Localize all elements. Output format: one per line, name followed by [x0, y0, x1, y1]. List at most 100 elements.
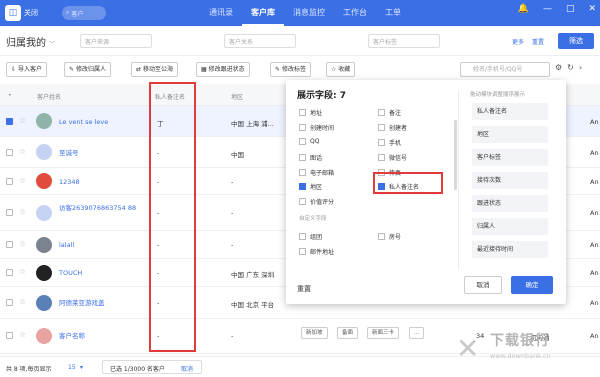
- reset-link[interactable]: 重置: [532, 37, 544, 46]
- row-checkbox[interactable]: [6, 332, 13, 339]
- filter-tag[interactable]: 客户标签: [368, 34, 440, 48]
- move-to-pool-button[interactable]: ⇄ 移动至公海: [131, 62, 178, 77]
- order-item[interactable]: 私人备注名: [472, 103, 548, 120]
- close-icon[interactable]: ✕: [588, 4, 596, 14]
- tag-chip[interactable]: 备面: [337, 327, 359, 339]
- tab-message-monitor[interactable]: 消息监控: [284, 0, 334, 26]
- tab-contacts[interactable]: 通讯录: [200, 0, 242, 26]
- custom-field-option[interactable]: 房号: [378, 232, 401, 241]
- import-button[interactable]: ⇩ 导入客户: [6, 62, 47, 77]
- filter-source[interactable]: 客户来源: [80, 34, 152, 48]
- cancel-selection-link[interactable]: 取消: [181, 364, 193, 373]
- filter-relation[interactable]: 客户关系: [224, 34, 296, 48]
- more-link[interactable]: 更多: [512, 37, 524, 46]
- maximize-icon[interactable]: □: [566, 4, 575, 14]
- chevron-down-icon[interactable]: ▾: [80, 364, 83, 371]
- order-item[interactable]: 客户标签: [472, 149, 548, 166]
- tag-chip[interactable]: 新面三卡: [367, 327, 400, 339]
- row-checkbox[interactable]: [6, 269, 13, 276]
- field-option[interactable]: 地区: [299, 182, 322, 191]
- favorite-button[interactable]: ☆ 收藏: [326, 62, 356, 77]
- order-item[interactable]: 归属人: [472, 218, 548, 235]
- customer-name[interactable]: 至诚号: [59, 149, 139, 158]
- custom-field-option[interactable]: 邮件地址: [299, 247, 334, 256]
- row-checkbox[interactable]: [6, 209, 13, 216]
- customer-name[interactable]: 阿德莱亚游戏盖: [59, 299, 139, 308]
- change-owner-button[interactable]: ✎ 修改归属人: [64, 62, 111, 77]
- field-checkbox[interactable]: [299, 248, 306, 255]
- customer-name[interactable]: 客户名称: [59, 332, 139, 341]
- change-tag-button[interactable]: ✎ 修改标签: [270, 62, 311, 77]
- chevron-right-icon[interactable]: ›: [579, 63, 582, 72]
- star-icon[interactable]: ☆: [19, 207, 26, 216]
- row-checkbox[interactable]: [6, 241, 13, 248]
- field-checkbox[interactable]: [299, 154, 306, 161]
- customer-name[interactable]: Le vent se leve: [59, 118, 139, 127]
- field-checkbox[interactable]: [378, 109, 385, 116]
- field-option[interactable]: 电子邮箱: [299, 168, 334, 177]
- tag-more[interactable]: ...: [409, 327, 425, 339]
- field-option[interactable]: 创建者: [378, 123, 407, 132]
- star-icon[interactable]: ☆: [19, 267, 26, 276]
- per-page-select[interactable]: 15: [68, 364, 76, 371]
- order-item[interactable]: 地区: [472, 126, 548, 143]
- field-option[interactable]: 地址: [299, 108, 322, 117]
- field-checkbox[interactable]: [299, 138, 306, 145]
- field-checkbox[interactable]: [299, 183, 306, 190]
- row-checkbox[interactable]: [6, 149, 13, 156]
- field-checkbox[interactable]: [378, 233, 385, 240]
- star-icon[interactable]: ☆: [19, 297, 26, 306]
- row-checkbox[interactable]: [6, 178, 13, 185]
- field-checkbox[interactable]: [299, 169, 306, 176]
- customer-name[interactable]: TOUCH: [59, 269, 139, 278]
- col-name[interactable]: 客户姓名: [37, 92, 61, 101]
- customer-name[interactable]: 12348: [59, 178, 139, 187]
- field-option[interactable]: 价值评分: [299, 197, 334, 206]
- field-checkbox[interactable]: [299, 109, 306, 116]
- star-icon[interactable]: ☆: [19, 176, 26, 185]
- order-item[interactable]: 接待次数: [472, 172, 548, 189]
- field-option[interactable]: 图话: [299, 153, 322, 162]
- customer-name[interactable]: 访客2639076863754 88: [59, 204, 139, 213]
- field-checkbox[interactable]: [378, 154, 385, 161]
- star-icon[interactable]: ☆: [19, 239, 26, 248]
- panel-cancel-button[interactable]: 取消: [464, 276, 502, 294]
- belong-dropdown[interactable]: 归属我的 ﹀: [6, 34, 55, 49]
- row-checkbox[interactable]: [6, 118, 13, 125]
- field-option[interactable]: 备注: [378, 108, 401, 117]
- col-region[interactable]: 地区: [231, 92, 243, 101]
- order-item[interactable]: 最近接待时间: [472, 241, 548, 258]
- tab-workbench[interactable]: 工作台: [334, 0, 376, 26]
- options-scrollbar[interactable]: [454, 120, 457, 190]
- field-checkbox[interactable]: [299, 124, 306, 131]
- change-status-button[interactable]: ▦ 修改跟进状态: [196, 62, 250, 77]
- tag-chip[interactable]: 新加坡: [301, 327, 328, 339]
- filter-button[interactable]: 筛选: [558, 33, 594, 49]
- panel-ok-button[interactable]: 确定: [511, 276, 553, 294]
- refresh-icon[interactable]: ↻: [567, 63, 574, 72]
- settings-icon[interactable]: ⚙: [555, 63, 562, 72]
- customer-name[interactable]: lalall: [59, 241, 139, 250]
- field-option[interactable]: QQ: [299, 138, 319, 145]
- customer-search-input[interactable]: 姓名/手机号/QQ号: [460, 62, 550, 77]
- close-area[interactable]: ◫ 关闭: [5, 5, 38, 21]
- custom-field-option[interactable]: 组团: [299, 232, 322, 241]
- field-checkbox[interactable]: [299, 233, 306, 240]
- field-option[interactable]: 创建时间: [299, 123, 334, 132]
- order-item[interactable]: 跟进状态: [472, 195, 548, 212]
- bell-icon[interactable]: 🔔: [518, 4, 529, 14]
- star-icon[interactable]: ☆: [19, 330, 26, 339]
- star-icon[interactable]: ☆: [19, 116, 26, 125]
- tab-tickets[interactable]: 工单: [376, 0, 410, 26]
- select-all-indicator[interactable]: •: [8, 92, 12, 99]
- field-option[interactable]: 手机: [378, 138, 401, 147]
- top-search-input[interactable]: ⌕ 客户: [62, 6, 106, 20]
- panel-reset-button[interactable]: 重置: [297, 284, 311, 294]
- close-label[interactable]: 关闭: [24, 8, 38, 18]
- field-checkbox[interactable]: [299, 198, 306, 205]
- field-checkbox[interactable]: [378, 124, 385, 131]
- minimize-icon[interactable]: —: [543, 4, 552, 14]
- tab-customers[interactable]: 客户库: [242, 0, 284, 26]
- field-checkbox[interactable]: [378, 139, 385, 146]
- star-icon[interactable]: ☆: [19, 147, 26, 156]
